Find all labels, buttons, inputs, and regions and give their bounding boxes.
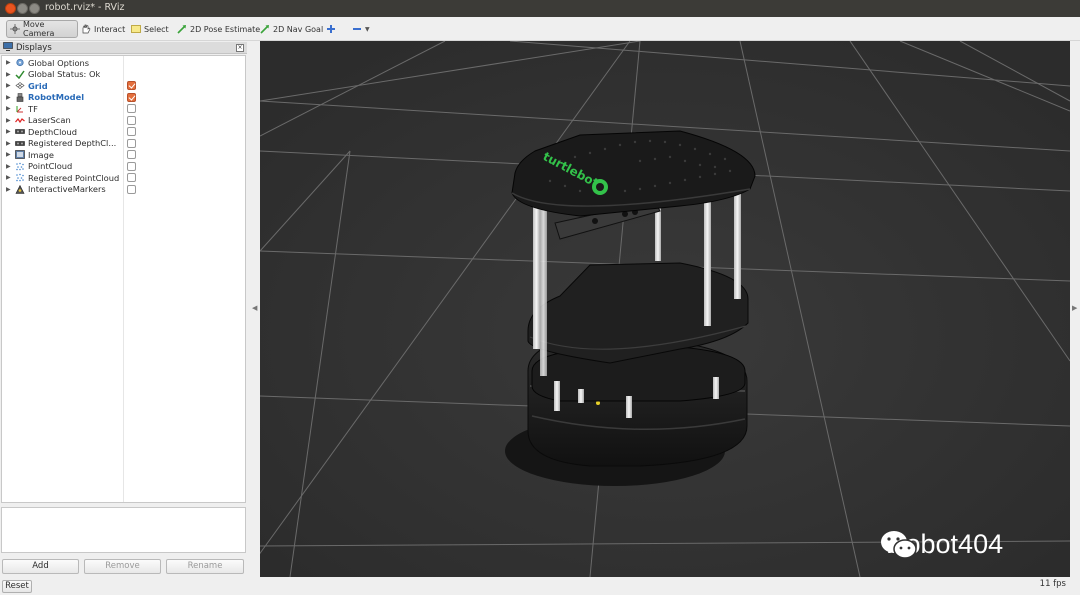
tf-checkbox[interactable]: [127, 104, 136, 113]
expand-arrow-icon[interactable]: ▶: [6, 186, 13, 193]
displays-panel: Displays × ▶ Global Options ▶ Global Sta…: [0, 41, 248, 579]
3d-viewport[interactable]: turtlebot Robot404: [260, 41, 1070, 577]
close-panel-button[interactable]: ×: [236, 44, 244, 52]
check-icon: [15, 70, 25, 79]
fps-readout: 11 fps: [1039, 579, 1066, 589]
expand-arrow-icon[interactable]: ▶: [6, 82, 13, 89]
turtlebot-model: turtlebot: [505, 130, 756, 486]
minus-icon: [352, 24, 362, 34]
displays-tree: ▶ Global Options ▶ Global Status: Ok ▶ G…: [1, 55, 246, 503]
interact-label: Interact: [94, 24, 126, 34]
select-icon: [131, 24, 141, 34]
camera-icon: [15, 139, 25, 148]
rename-button[interactable]: Rename: [166, 559, 244, 574]
robotmodel-checkbox[interactable]: [127, 92, 136, 102]
image-checkbox[interactable]: [127, 150, 136, 159]
displays-header: Displays ×: [0, 41, 247, 54]
chevron-down-icon: ▼: [365, 25, 370, 33]
nav-goal-label: 2D Nav Goal: [273, 24, 324, 34]
publish-point-tool[interactable]: [323, 20, 339, 38]
gear-icon: [15, 58, 25, 67]
select-tool[interactable]: Select: [128, 20, 172, 38]
pose-estimate-label: 2D Pose Estimate: [190, 24, 261, 34]
hand-icon: [81, 24, 91, 34]
expand-arrow-icon[interactable]: ▶: [6, 117, 13, 124]
description-box: [1, 507, 246, 553]
crosshair-icon: [326, 24, 336, 34]
robot-icon: [15, 92, 25, 102]
status-bar: Reset 11 fps: [0, 578, 1080, 595]
display-item-laserscan[interactable]: ▶ LaserScan: [2, 115, 245, 127]
title-bar: robot.rviz* - RViz: [0, 0, 1080, 17]
display-item-global-options[interactable]: ▶ Global Options: [2, 57, 245, 69]
pointcloud-checkbox[interactable]: [127, 161, 136, 171]
pointcloud-icon: [15, 162, 25, 171]
expand-arrow-icon[interactable]: ▶: [6, 151, 13, 158]
move-camera-icon: [10, 24, 20, 34]
tool-menu-button[interactable]: ▼: [349, 20, 373, 38]
pose-estimate-tool[interactable]: 2D Pose Estimate: [174, 20, 263, 38]
reset-button[interactable]: Reset: [2, 580, 32, 593]
grid-icon: [15, 81, 25, 90]
depthcloud-checkbox[interactable]: [127, 127, 136, 136]
displays-title: Displays: [16, 42, 52, 53]
tf-icon: [15, 104, 25, 113]
toolbar: Move Camera Interact Select 2D Pose Esti…: [0, 17, 1080, 41]
display-item-interactivemarkers[interactable]: ▶ InteractiveMarkers: [2, 184, 245, 196]
move-camera-label: Move Camera: [23, 20, 55, 38]
maximize-window-button[interactable]: [29, 3, 40, 14]
display-item-global-status[interactable]: ▶ Global Status: Ok: [2, 69, 245, 81]
registered-pointcloud-checkbox[interactable]: [127, 173, 136, 182]
close-window-button[interactable]: [5, 3, 16, 14]
display-item-image[interactable]: ▶ Image: [2, 149, 245, 161]
grid-checkbox[interactable]: [127, 81, 136, 90]
image-icon: [15, 150, 25, 160]
collapse-left-arrow-icon[interactable]: ◀: [252, 304, 257, 312]
registered-depthcloud-checkbox[interactable]: [127, 138, 136, 148]
interact-tool[interactable]: Interact: [78, 20, 128, 38]
green-arrow-icon: [260, 24, 270, 34]
watermark: Robot404: [880, 529, 1003, 560]
minimize-window-button[interactable]: [17, 3, 28, 14]
green-arrow-icon: [177, 24, 187, 34]
display-item-pointcloud[interactable]: ▶ PointCloud: [2, 161, 245, 173]
expand-arrow-icon[interactable]: ▶: [6, 140, 13, 147]
laser-icon: [15, 116, 25, 125]
laserscan-checkbox[interactable]: [127, 115, 136, 125]
remove-button[interactable]: Remove: [84, 559, 161, 574]
display-item-tf[interactable]: ▶ TF: [2, 103, 245, 115]
window-title: robot.rviz* - RViz: [45, 2, 125, 13]
move-camera-tool[interactable]: Move Camera: [6, 20, 78, 38]
camera-icon: [15, 127, 25, 136]
add-button[interactable]: Add: [2, 559, 79, 574]
display-item-depthcloud[interactable]: ▶ DepthCloud: [2, 126, 245, 138]
interactivemarkers-checkbox[interactable]: [127, 184, 136, 194]
pointcloud-icon: [15, 173, 25, 182]
monitor-icon: [3, 41, 13, 54]
select-label: Select: [144, 24, 169, 34]
display-item-registered-depthcloud[interactable]: ▶ Registered DepthCl...: [2, 138, 245, 150]
display-item-robotmodel[interactable]: ▶ RobotModel: [2, 92, 245, 104]
expand-arrow-icon[interactable]: ▶: [6, 71, 13, 78]
expand-arrow-icon[interactable]: ▶: [6, 59, 13, 66]
nav-goal-tool[interactable]: 2D Nav Goal: [257, 20, 326, 38]
expand-arrow-icon[interactable]: ▶: [6, 94, 13, 101]
grid-scene: turtlebot: [260, 41, 1070, 577]
display-item-registered-pointcloud[interactable]: ▶ Registered PointCloud: [2, 172, 245, 184]
marker-icon: [15, 184, 25, 194]
expand-arrow-icon[interactable]: ▶: [6, 163, 13, 170]
expand-arrow-icon[interactable]: ▶: [6, 128, 13, 135]
expand-arrow-icon[interactable]: ▶: [6, 174, 13, 181]
expand-arrow-icon[interactable]: ▶: [6, 105, 13, 112]
display-item-grid[interactable]: ▶ Grid: [2, 80, 245, 92]
collapse-right-arrow-icon[interactable]: ▶: [1072, 304, 1077, 312]
